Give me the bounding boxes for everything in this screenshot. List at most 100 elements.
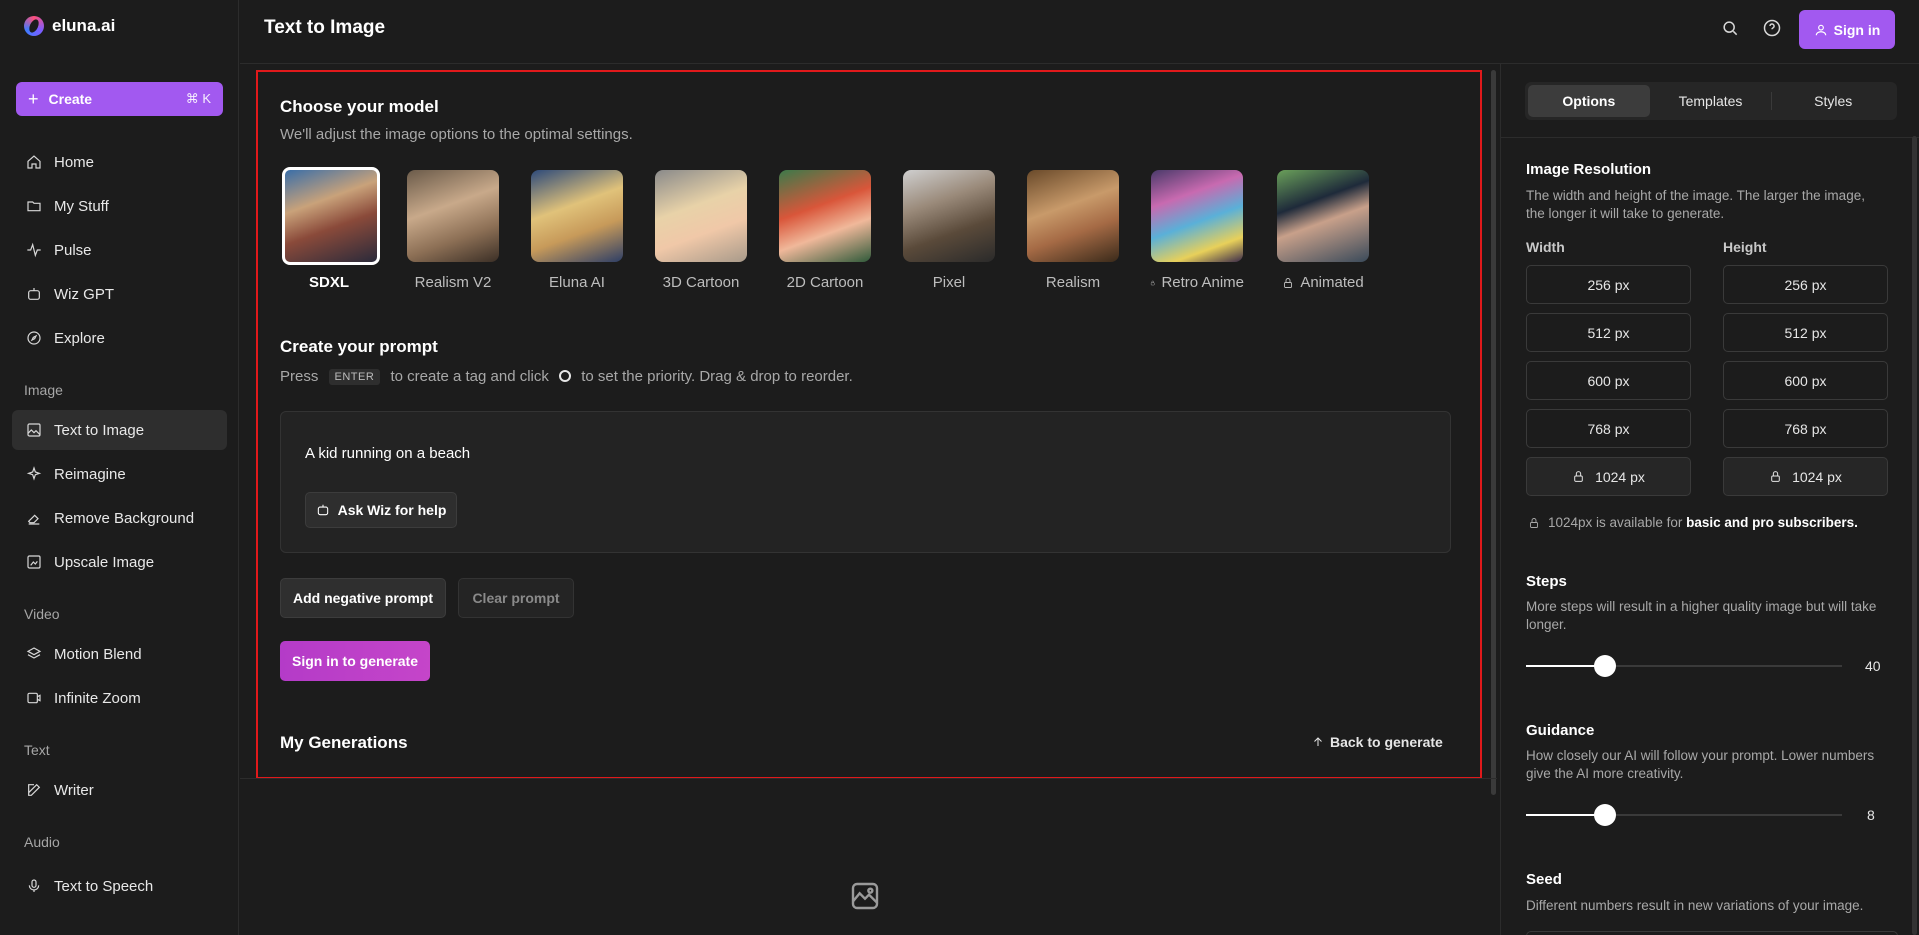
model-3d-cartoon[interactable]: 3D Cartoon xyxy=(654,170,748,291)
image-placeholder-icon xyxy=(851,882,879,910)
resolution-availability-note: 1024px is available for basic and pro su… xyxy=(1528,515,1858,530)
tab-styles[interactable]: Styles xyxy=(1772,85,1894,117)
sidebar-item-infinite-zoom[interactable]: Infinite Zoom xyxy=(12,678,227,718)
back-to-generate-button[interactable]: Back to generate xyxy=(1312,734,1443,750)
sidebar-item-label: Infinite Zoom xyxy=(54,689,141,707)
height-option-256px[interactable]: 256 px xyxy=(1723,265,1888,304)
height-label: Height xyxy=(1723,239,1767,255)
model-label: SDXL xyxy=(282,274,376,291)
seed-input[interactable] xyxy=(1526,931,1898,935)
resolution-description: The width and height of the image. The l… xyxy=(1526,188,1865,221)
model-realism-v2[interactable]: Realism V2 xyxy=(406,170,500,291)
priority-ring-icon xyxy=(559,370,572,382)
model-retro-anime[interactable]: Retro Anime xyxy=(1150,170,1244,291)
model-thumbnail xyxy=(1027,170,1119,262)
prompt-hint: Press ENTER to create a tag and click to… xyxy=(280,368,853,385)
model-label: Retro Anime xyxy=(1150,274,1244,291)
prompt-section-title: Create your prompt xyxy=(280,337,438,356)
sidebar-item-wiz-gpt[interactable]: Wiz GPT xyxy=(12,274,227,314)
folder-icon xyxy=(27,201,41,212)
sidebar-item-my-stuff[interactable]: My Stuff xyxy=(12,186,227,226)
width-option-1024px[interactable]: 1024 px xyxy=(1526,457,1691,496)
model-pixel[interactable]: Pixel xyxy=(902,170,996,291)
hint-press: Press xyxy=(280,368,319,385)
options-tabs: Options Templates Styles xyxy=(1525,82,1897,120)
width-option-768px[interactable]: 768 px xyxy=(1526,409,1691,448)
empty-generations xyxy=(849,880,881,912)
height-option-600px[interactable]: 600 px xyxy=(1723,361,1888,400)
model-label: 2D Cartoon xyxy=(778,274,872,291)
user-icon xyxy=(1815,24,1826,35)
prompt-text[interactable]: A kid running on a beach xyxy=(305,445,470,462)
width-option-512px[interactable]: 512 px xyxy=(1526,313,1691,352)
guidance-slider-thumb[interactable] xyxy=(1594,804,1616,826)
section-text: Text xyxy=(24,742,50,758)
main-scrollbar[interactable] xyxy=(1491,70,1496,795)
model-label-text: Eluna AI xyxy=(549,274,605,291)
image-icon xyxy=(27,423,41,437)
steps-slider-thumb[interactable] xyxy=(1594,655,1616,677)
pulse-icon xyxy=(27,242,41,258)
guidance-slider[interactable] xyxy=(1526,804,1842,826)
sidebar-item-remove-background[interactable]: Remove Background xyxy=(12,498,227,538)
model-sdxl[interactable]: SDXL xyxy=(282,167,380,291)
bot-icon xyxy=(28,288,40,300)
add-negative-prompt-button[interactable]: Add negative prompt xyxy=(280,578,446,618)
sidebar-item-writer[interactable]: Writer xyxy=(12,770,227,810)
height-option-512px[interactable]: 512 px xyxy=(1723,313,1888,352)
help-button[interactable] xyxy=(1762,18,1782,38)
resolution-value: 512 px xyxy=(1784,324,1827,341)
model-animated[interactable]: Animated xyxy=(1276,170,1370,291)
logo-icon xyxy=(24,16,44,36)
sidebar-item-label: Explore xyxy=(54,329,105,347)
sidebar-item-explore[interactable]: Explore xyxy=(12,318,227,358)
model-label-text: SDXL xyxy=(308,274,349,291)
sidebar-item-motion-blend[interactable]: Motion Blend xyxy=(12,634,227,674)
sidebar-item-text-to-speech[interactable]: Text to Speech xyxy=(12,866,227,906)
lock-icon xyxy=(1530,517,1538,528)
sidebar-item-text-to-image[interactable]: Text to Image xyxy=(12,410,227,450)
create-button[interactable]: + Create ⌘ K xyxy=(16,82,223,116)
model-eluna-ai[interactable]: Eluna AI xyxy=(530,170,624,291)
guidance-description: How closely our AI will follow your prom… xyxy=(1526,748,1875,781)
sidebar-item-home[interactable]: Home xyxy=(12,142,227,182)
resolution-value: 1024 px xyxy=(1792,468,1842,485)
resolution-value: 768 px xyxy=(1587,420,1630,437)
lock-icon xyxy=(1150,280,1155,285)
steps-description: More steps will result in a higher quali… xyxy=(1526,599,1877,632)
prompt-input[interactable]: A kid running on a beach Ask Wiz for hel… xyxy=(280,411,1451,553)
app-name: eluna.ai xyxy=(52,16,116,35)
steps-slider[interactable] xyxy=(1526,655,1842,677)
model-thumbnail xyxy=(407,170,499,262)
clear-prompt-button[interactable]: Clear prompt xyxy=(458,578,574,618)
sign-in-to-generate-button[interactable]: Sign in to generate xyxy=(280,641,430,681)
sign-in-button[interactable]: Sign in xyxy=(1799,10,1895,49)
eraser-icon xyxy=(27,514,40,525)
model-thumbnail xyxy=(531,170,623,262)
home-icon xyxy=(27,155,41,169)
sidebar-item-upscale-image[interactable]: Upscale Image xyxy=(12,542,227,582)
lock-icon xyxy=(1284,277,1293,288)
sidebar-item-reimagine[interactable]: Reimagine xyxy=(12,454,227,494)
model-section-title: Choose your model xyxy=(280,97,439,116)
height-option-768px[interactable]: 768 px xyxy=(1723,409,1888,448)
create-shortcut: ⌘ K xyxy=(185,91,211,106)
search-button[interactable] xyxy=(1720,18,1740,38)
model-label: Animated xyxy=(1276,274,1370,291)
model-2d-cartoon[interactable]: 2D Cartoon xyxy=(778,170,872,291)
ask-wiz-button[interactable]: Ask Wiz for help xyxy=(305,492,457,528)
tab-options[interactable]: Options xyxy=(1528,85,1650,117)
guidance-title: Guidance xyxy=(1526,722,1595,739)
width-option-256px[interactable]: 256 px xyxy=(1526,265,1691,304)
height-option-1024px[interactable]: 1024 px xyxy=(1723,457,1888,496)
width-option-600px[interactable]: 600 px xyxy=(1526,361,1691,400)
logo[interactable]: eluna.ai xyxy=(24,16,115,36)
options-scrollbar[interactable] xyxy=(1912,136,1917,935)
resolution-value: 256 px xyxy=(1587,276,1630,293)
search-icon xyxy=(1723,21,1738,36)
model-realism[interactable]: Realism xyxy=(1026,170,1120,291)
model-label: Realism V2 xyxy=(406,274,500,291)
sidebar-item-pulse[interactable]: Pulse xyxy=(12,230,227,270)
sidebar-item-label: Home xyxy=(54,153,95,171)
tab-templates[interactable]: Templates xyxy=(1650,85,1772,117)
